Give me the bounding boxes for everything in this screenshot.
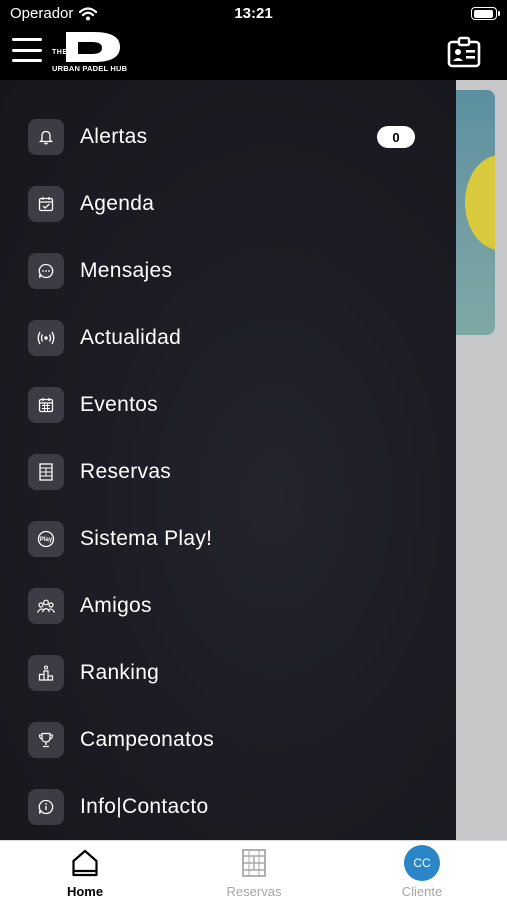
avatar: CC: [404, 845, 440, 881]
bell-icon: [28, 119, 64, 155]
menu-item-info-contacto[interactable]: Info|Contacto: [0, 778, 456, 836]
background-ball: [465, 155, 495, 250]
menu-item-agenda[interactable]: Agenda: [0, 175, 456, 233]
menu-item-amigos[interactable]: Amigos: [0, 577, 456, 635]
tab-reservas[interactable]: Reservas: [194, 841, 314, 900]
trophy-icon: [28, 722, 64, 758]
bottom-tab-bar: Home Reservas CC Cliente: [0, 840, 507, 900]
menu-item-label: Actualidad: [80, 326, 182, 349]
play-badge-text: Play: [40, 537, 53, 543]
status-bar: Operador 13:21: [0, 0, 507, 28]
court-icon: [28, 454, 64, 490]
friends-icon: [28, 588, 64, 624]
top-app-bar: THE URBAN PADEL HUB: [0, 28, 507, 80]
menu-item-label: Alertas: [80, 125, 148, 148]
tab-label: Cliente: [401, 884, 443, 899]
court-icon: [242, 849, 266, 877]
menu-item-label: Campeonatos: [80, 728, 215, 751]
menu-item-mensajes[interactable]: Mensajes: [0, 242, 456, 300]
id-card-icon[interactable]: [447, 36, 481, 68]
play-badge-icon: Play: [28, 521, 64, 557]
menu-item-label: Amigos: [80, 594, 152, 617]
tab-label: Home: [66, 884, 104, 899]
menu-item-campeonatos[interactable]: Campeonatos: [0, 711, 456, 769]
status-time: 13:21: [234, 5, 273, 22]
hamburger-line: [12, 38, 42, 41]
alerts-count-badge: 0: [377, 126, 415, 148]
home-icon: [72, 849, 98, 877]
menu-item-alertas[interactable]: Alertas 0: [0, 108, 456, 166]
battery-icon: [471, 7, 500, 20]
logo-d-mark: [66, 32, 120, 62]
menu-item-sistema-play[interactable]: Play Sistema Play!: [0, 510, 456, 568]
menu-item-label: Agenda: [80, 192, 155, 215]
hamburger-line: [12, 59, 42, 62]
broadcast-icon: [28, 320, 64, 356]
menu-item-label: Mensajes: [80, 259, 173, 282]
hamburger-icon[interactable]: [12, 38, 42, 62]
info-chat-icon: [28, 789, 64, 825]
logo-the-text: THE: [52, 49, 68, 56]
menu-item-actualidad[interactable]: Actualidad: [0, 309, 456, 367]
menu-item-eventos[interactable]: Eventos: [0, 376, 456, 434]
calendar-grid-icon: [28, 387, 64, 423]
menu-item-label: Info|Contacto: [80, 795, 209, 818]
tab-cliente[interactable]: CC Cliente: [362, 841, 482, 900]
tab-home[interactable]: Home: [25, 841, 145, 900]
chat-bubble-icon: [28, 253, 64, 289]
menu-item-label: Sistema Play!: [80, 527, 213, 550]
calendar-check-icon: [28, 186, 64, 222]
navigation-drawer: Alertas 0 Agenda Mensajes Actualidad Eve…: [0, 80, 456, 840]
menu-item-ranking[interactable]: Ranking: [0, 644, 456, 702]
logo-name-text: URBAN PADEL HUB: [52, 64, 128, 73]
menu-item-reservas[interactable]: Reservas: [0, 443, 456, 501]
urban-padel-hub-logo[interactable]: THE URBAN PADEL HUB: [50, 30, 127, 76]
hamburger-line: [12, 48, 42, 52]
menu-item-label: Eventos: [80, 393, 158, 416]
tab-label: Reservas: [226, 884, 282, 899]
menu-item-label: Ranking: [80, 661, 160, 684]
menu-item-label: Reservas: [80, 460, 172, 483]
battery-level: [473, 9, 494, 18]
podium-icon: [28, 655, 64, 691]
